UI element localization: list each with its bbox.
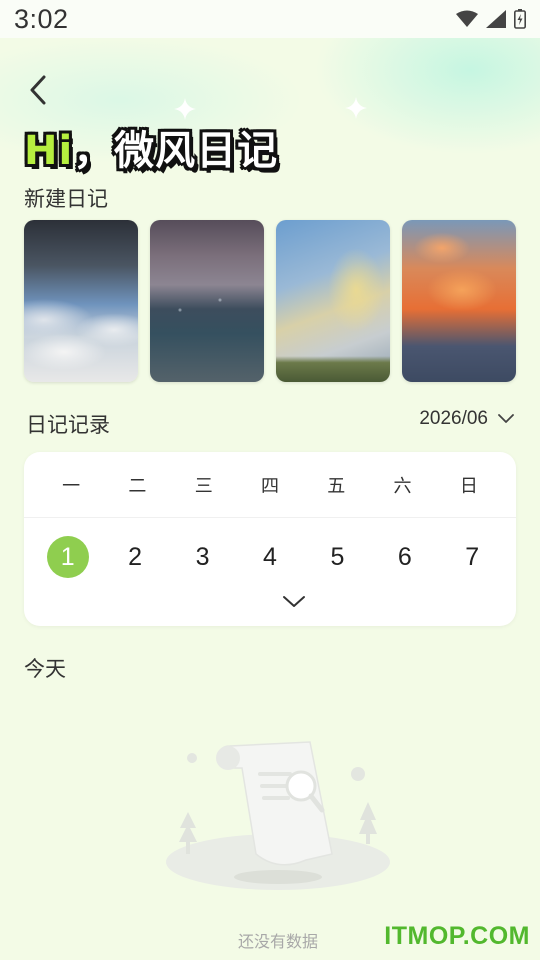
status-icons [456, 9, 526, 29]
watermark: ITMOP.COM [384, 922, 530, 950]
calendar-day[interactable]: 2 [114, 536, 156, 578]
calendar-day-selected[interactable]: 1 [46, 536, 89, 578]
title-hi: Hi [24, 128, 74, 174]
back-button[interactable] [20, 70, 56, 110]
diary-card-rainbow-sky[interactable] [276, 220, 390, 382]
calendar-day[interactable]: 3 [182, 536, 224, 578]
sparkle-icon [174, 98, 196, 120]
diary-card-storm-clouds[interactable] [24, 220, 138, 382]
diary-records-label: 日记记录 [26, 414, 110, 437]
calendar-day[interactable]: 4 [249, 536, 291, 578]
wifi-icon [456, 10, 478, 27]
expand-calendar-button[interactable] [280, 593, 308, 611]
title-app-name: ，微风日记 [73, 128, 279, 174]
chevron-down-icon [283, 596, 305, 607]
weekday-label: 日 [459, 475, 478, 497]
month-picker-value: 2026/06 [419, 408, 488, 429]
diary-card-rain-drops[interactable] [150, 220, 264, 382]
weekday-label: 六 [393, 475, 412, 497]
status-time: 3:02 [14, 3, 69, 34]
calendar-day[interactable]: 6 [384, 536, 426, 578]
weekday-label: 四 [260, 475, 279, 497]
weekday-label: 一 [62, 475, 81, 497]
status-bar: 3:02 [0, 0, 540, 38]
month-picker[interactable]: 2026/06 [419, 408, 514, 430]
page-title: Hi，微风日记 [24, 118, 278, 178]
weekday-label: 五 [327, 475, 346, 497]
weekday-label: 二 [128, 475, 147, 497]
day-row: 1 2 3 4 5 6 7 [24, 536, 516, 578]
diary-card-sunset-clouds[interactable] [402, 220, 516, 382]
new-diary-label: 新建日记 [24, 188, 108, 211]
new-diary-cards [24, 220, 516, 382]
week-calendar: 一 二 三 四 五 六 日 1 2 3 4 5 6 7 [24, 452, 516, 626]
chevron-left-icon [30, 75, 46, 105]
weekday-header: 一 二 三 四 五 六 日 [24, 452, 516, 518]
calendar-day[interactable]: 5 [316, 536, 358, 578]
signal-icon [486, 10, 506, 28]
calendar-day[interactable]: 7 [451, 536, 493, 578]
weekday-label: 三 [194, 475, 213, 497]
empty-state-illustration [166, 741, 390, 890]
battery-icon [514, 9, 526, 29]
sparkle-icon [345, 97, 367, 119]
chevron-down-icon [498, 414, 514, 423]
today-label: 今天 [24, 658, 66, 681]
